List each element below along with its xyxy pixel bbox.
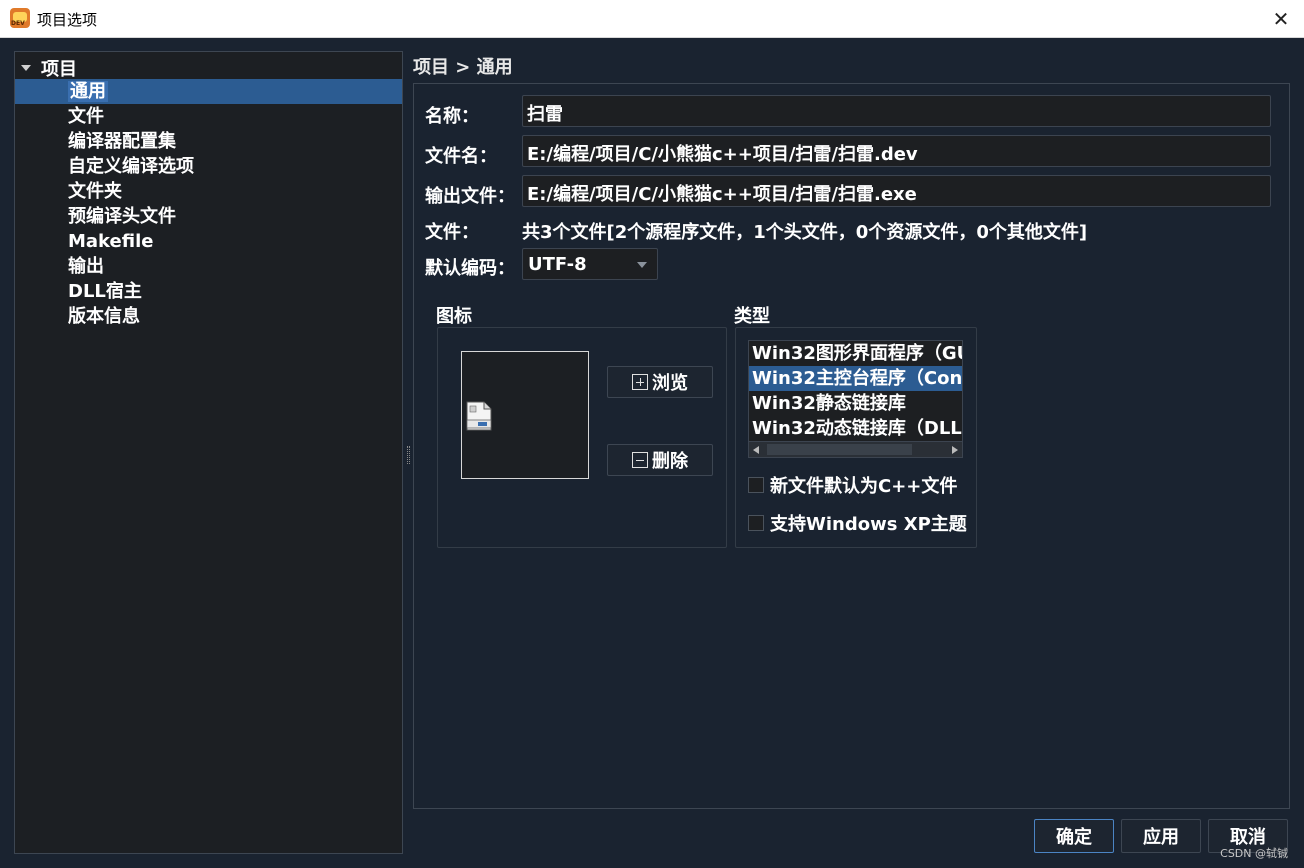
chevron-down-icon — [637, 262, 647, 268]
type-option-dll[interactable]: Win32动态链接库（DLL） — [749, 416, 962, 441]
name-field[interactable]: 扫雷 — [522, 95, 1271, 127]
scrollbar-thumb[interactable] — [767, 444, 912, 455]
breadcrumb: 项目 > 通用 — [413, 57, 513, 78]
tree-item-precompiled-header[interactable]: 预编译头文件 — [15, 204, 402, 229]
app-logo-icon — [10, 8, 30, 28]
collapse-arrow-icon[interactable] — [21, 65, 31, 71]
executable-file-icon — [466, 401, 492, 431]
cpp-default-label: 新文件默认为C++文件 — [770, 476, 958, 497]
tree-root-label: 项目 — [41, 59, 77, 80]
title-bar: 项目选项 ✕ — [0, 0, 1304, 38]
tree-root-project[interactable]: 项目 — [21, 56, 77, 80]
scroll-left-icon[interactable] — [753, 446, 759, 454]
filename-label: 文件名： — [425, 146, 497, 167]
options-tree: 项目 通用 文件 编译器配置集 自定义编译选项 文件夹 预编译头文件 Makef… — [14, 51, 403, 854]
icon-group-title: 图标 — [436, 306, 472, 327]
tree-item-custom-compile-options[interactable]: 自定义编译选项 — [15, 154, 402, 179]
cpp-default-checkbox[interactable] — [748, 477, 764, 493]
scroll-right-icon[interactable] — [952, 446, 958, 454]
filename-field[interactable]: E:/编程/项目/C/小熊猫c++项目/扫雷/扫雷.dev — [522, 135, 1271, 167]
tree-item-general[interactable]: 通用 — [15, 79, 402, 104]
watermark: CSDN @轼铖 — [1220, 847, 1288, 860]
tree-item-makefile[interactable]: Makefile — [15, 229, 402, 254]
tree-item-folders[interactable]: 文件夹 — [15, 179, 402, 204]
ok-button[interactable]: 确定 — [1034, 819, 1114, 853]
name-label: 名称： — [425, 106, 479, 127]
type-group-title: 类型 — [734, 306, 770, 327]
close-button[interactable]: ✕ — [1258, 0, 1304, 38]
type-option-static-lib[interactable]: Win32静态链接库 — [749, 391, 962, 416]
default-encoding-label: 默认编码： — [425, 258, 515, 279]
xp-theme-checkbox[interactable] — [748, 515, 764, 531]
files-label: 文件： — [425, 222, 479, 243]
folder-add-icon — [632, 374, 648, 390]
tree-item-version-info[interactable]: 版本信息 — [15, 304, 402, 329]
xp-theme-label: 支持Windows XP主题 — [770, 514, 967, 535]
tree-item-dll-host[interactable]: DLL宿主 — [15, 279, 402, 304]
project-type-list[interactable]: Win32图形界面程序（GUI） Win32主控台程序（Console） Win… — [748, 340, 963, 458]
minus-box-icon — [632, 452, 648, 468]
xp-theme-row[interactable]: 支持Windows XP主题 — [748, 510, 967, 536]
window-title: 项目选项 — [37, 11, 98, 29]
icon-preview — [461, 351, 589, 479]
output-file-field[interactable]: E:/编程/项目/C/小熊猫c++项目/扫雷/扫雷.exe — [522, 175, 1271, 207]
cpp-default-row[interactable]: 新文件默认为C++文件 — [748, 472, 957, 498]
type-option-gui[interactable]: Win32图形界面程序（GUI） — [749, 341, 962, 366]
encoding-value: UTF-8 — [528, 254, 587, 275]
horizontal-scrollbar[interactable] — [749, 441, 962, 457]
output-file-label: 输出文件： — [425, 186, 515, 207]
files-summary: 共3个文件[2个源程序文件，1个头文件，0个资源文件，0个其他文件] — [522, 222, 1088, 243]
apply-button[interactable]: 应用 — [1121, 819, 1201, 853]
tree-item-compiler-sets[interactable]: 编译器配置集 — [15, 129, 402, 154]
splitter-handle[interactable] — [407, 446, 410, 464]
delete-icon-button[interactable]: 删除 — [607, 444, 713, 476]
tree-item-files[interactable]: 文件 — [15, 104, 402, 129]
browse-button[interactable]: 浏览 — [607, 366, 713, 398]
encoding-select[interactable]: UTF-8 — [522, 248, 658, 280]
type-option-console[interactable]: Win32主控台程序（Console） — [749, 366, 962, 391]
tree-item-output[interactable]: 输出 — [15, 254, 402, 279]
